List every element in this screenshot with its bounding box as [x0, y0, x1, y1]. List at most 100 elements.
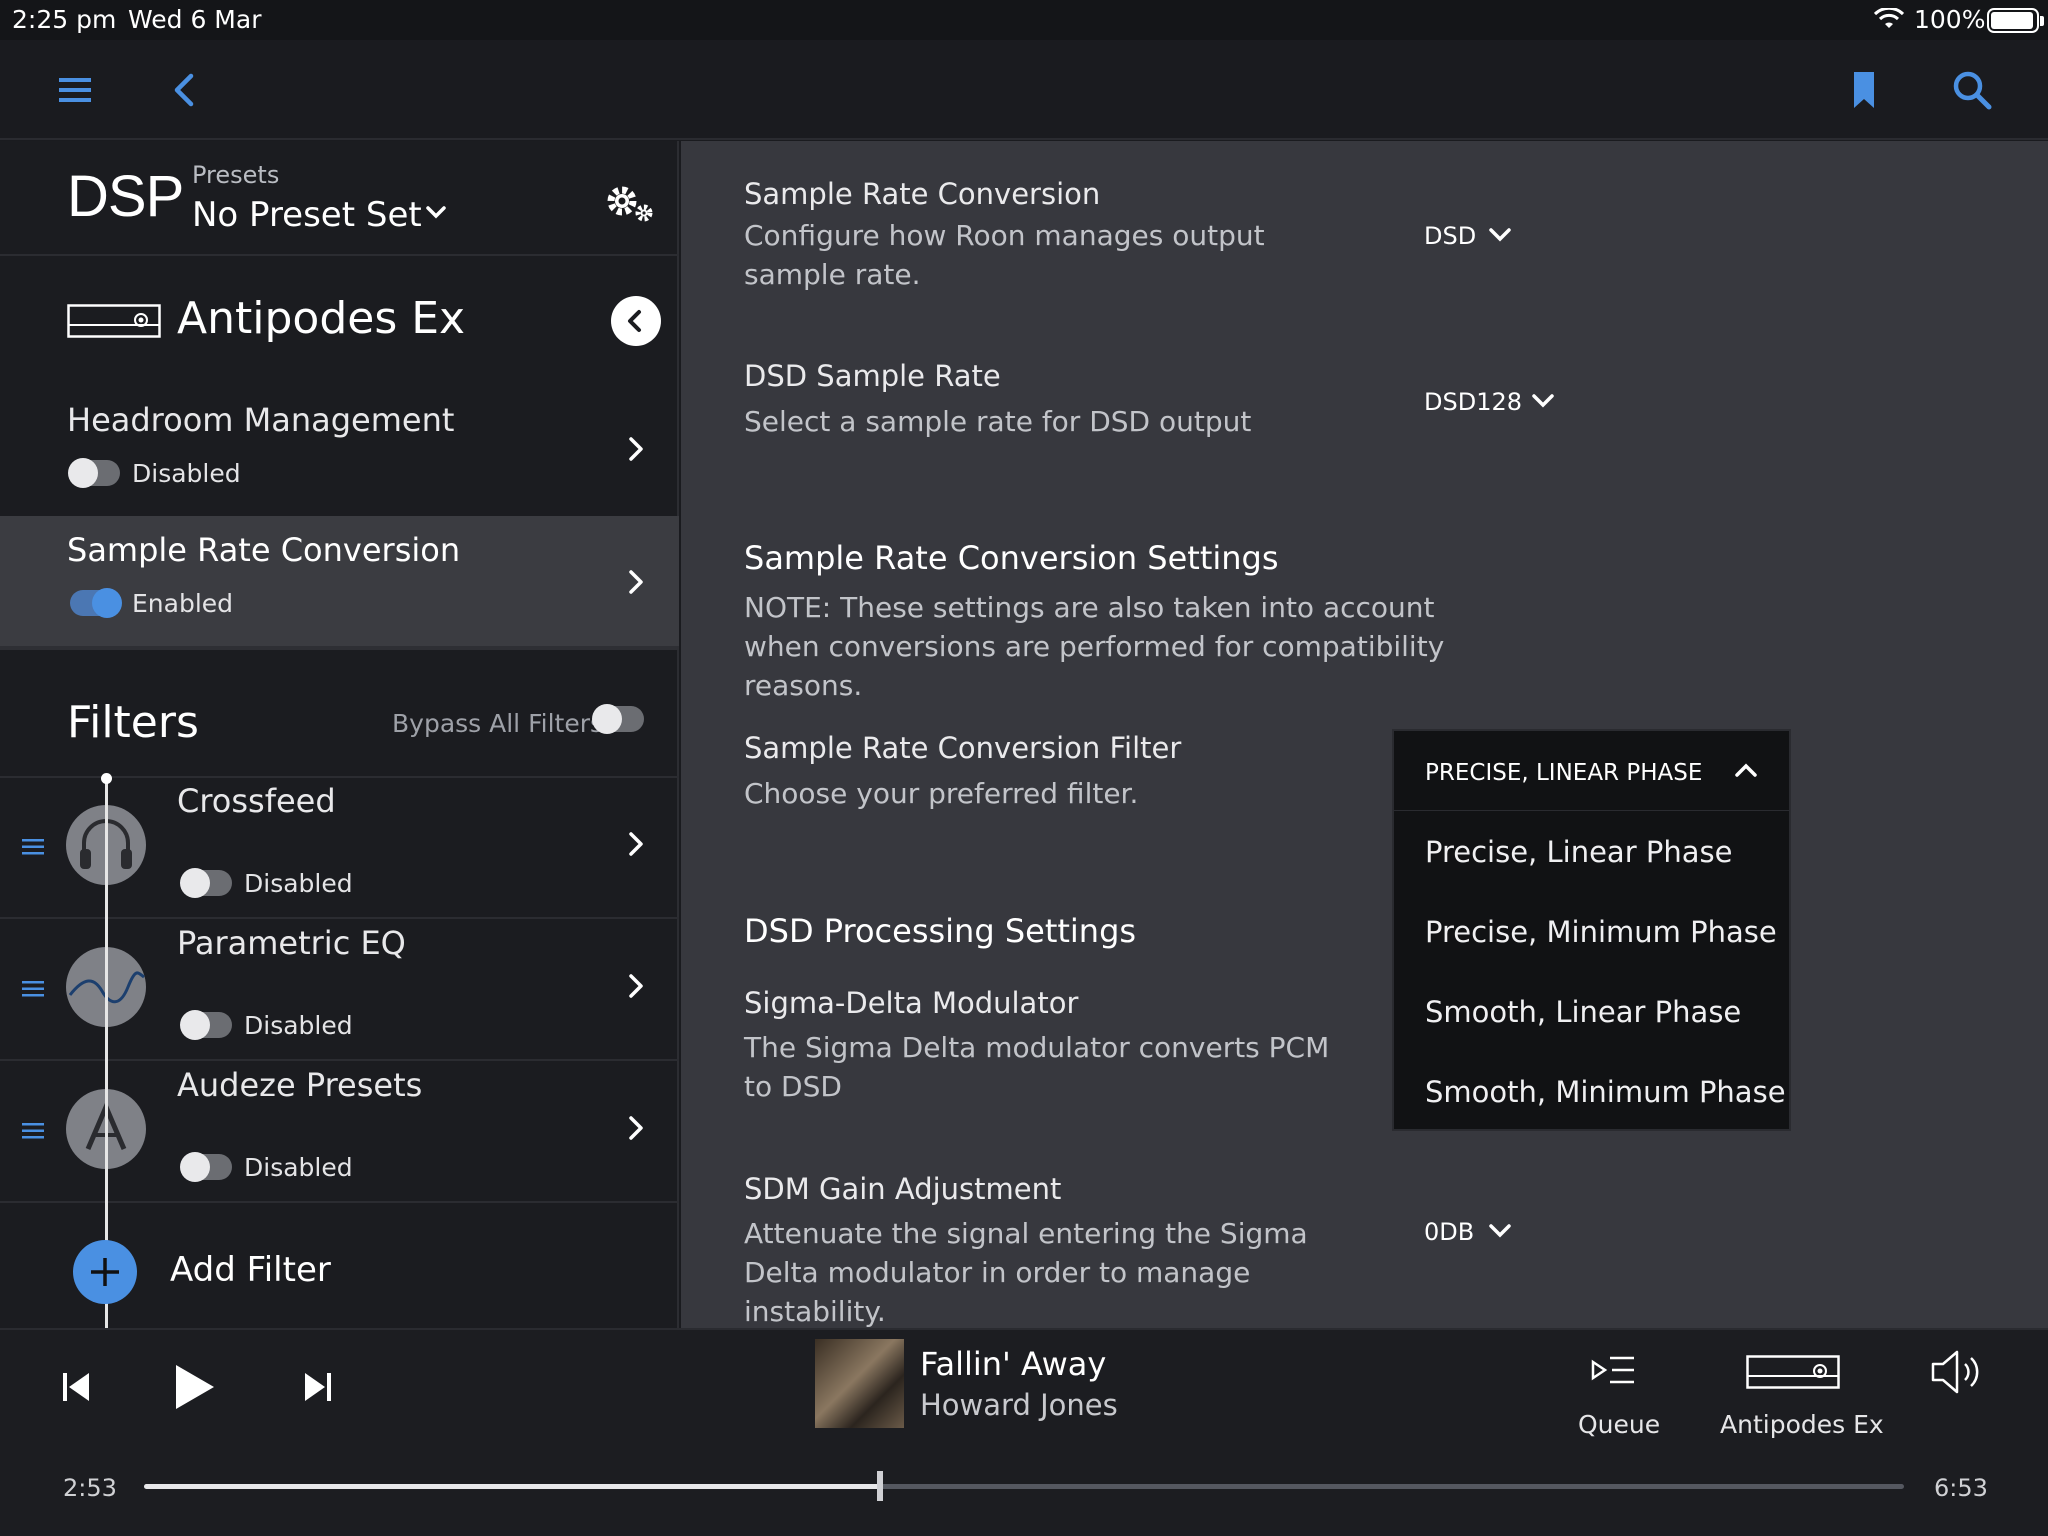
chevron-down-icon [1489, 1224, 1511, 1238]
top-bar [0, 40, 2048, 140]
sdm-title: Sigma-Delta Modulator [744, 986, 1079, 1020]
chevron-right-icon [629, 570, 643, 594]
chevron-down-icon [1489, 228, 1511, 242]
chevron-right-icon [629, 832, 643, 856]
chevron-right-icon [629, 1116, 643, 1140]
chevron-down-icon[interactable] [425, 205, 447, 221]
sdm-gain-desc: Attenuate the signal entering the Sigma … [744, 1217, 1308, 1328]
dropdown-option[interactable]: Precise, Minimum Phase [1425, 915, 1777, 949]
filter-chain-line [105, 777, 108, 1405]
dropdown-selected-value: PRECISE, LINEAR PHASE [1425, 760, 1703, 786]
drag-handle-icon[interactable] [22, 838, 44, 856]
zone-label: Antipodes Ex [1720, 1410, 1884, 1439]
sdm-desc: The Sigma Delta modulator converts PCM t… [744, 1031, 1330, 1103]
drag-handle-icon[interactable] [22, 980, 44, 998]
filter-status: Disabled [244, 869, 353, 898]
preset-selector[interactable]: No Preset Set [192, 195, 422, 235]
sdm-gain-value: 0DB [1424, 1218, 1475, 1246]
skip-next-icon[interactable] [300, 1369, 334, 1405]
src-title: Sample Rate Conversion [67, 531, 461, 569]
wifi-icon [1874, 8, 1904, 28]
dsd-rate-desc: Select a sample rate for DSD output [744, 405, 1252, 438]
seek-bar-fill [144, 1484, 880, 1489]
device-icon [1746, 1355, 1840, 1389]
dsd-processing-heading: DSD Processing Settings [744, 912, 1137, 950]
skip-previous-icon[interactable] [60, 1369, 94, 1405]
divider [0, 1201, 679, 1203]
add-filter-button[interactable] [73, 1240, 137, 1304]
queue-icon [1591, 1356, 1634, 1384]
battery-icon [1987, 8, 2044, 33]
presets-label: Presets [192, 161, 280, 189]
back-icon[interactable] [163, 68, 207, 112]
track-title[interactable]: Fallin' Away [920, 1345, 1106, 1383]
headroom-toggle[interactable] [68, 458, 120, 488]
src-toggle[interactable] [70, 588, 122, 618]
add-filter-label[interactable]: Add Filter [170, 1250, 331, 1290]
dsd-rate-value: DSD128 [1424, 388, 1523, 416]
filter-title: Crossfeed [177, 782, 336, 820]
play-icon[interactable] [170, 1361, 218, 1413]
dsp-panel: DSP Presets No Preset Set Antipodes Ex H… [0, 141, 679, 1405]
src-setting-desc: Configure how Roon manages output sample… [744, 219, 1265, 291]
divider [0, 646, 679, 650]
track-artist[interactable]: Howard Jones [920, 1388, 1118, 1422]
src-setting-title: Sample Rate Conversion [744, 177, 1101, 211]
headroom-status: Disabled [132, 459, 241, 488]
seek-bar[interactable] [144, 1471, 1904, 1501]
dsp-title: DSP [67, 164, 184, 229]
filter-status: Disabled [244, 1011, 353, 1040]
gear-icon[interactable] [603, 181, 657, 227]
album-art[interactable] [815, 1339, 904, 1428]
filters-title: Filters [67, 697, 199, 748]
filter-toggle[interactable] [180, 868, 232, 898]
collapse-button[interactable] [611, 296, 661, 346]
src-status: Enabled [132, 589, 234, 618]
sample-rate-conversion-row[interactable]: Sample Rate Conversion Enabled [0, 516, 679, 646]
dsd-rate-title: DSD Sample Rate [744, 359, 1001, 393]
queue-label: Queue [1578, 1410, 1661, 1439]
chevron-down-icon [1532, 394, 1554, 408]
filter-status: Disabled [244, 1153, 353, 1182]
menu-icon[interactable] [53, 68, 97, 112]
dropdown-option[interactable]: Smooth, Minimum Phase [1425, 1075, 1786, 1109]
chevron-right-icon [629, 974, 643, 998]
status-time: 2:25 pm [12, 5, 117, 34]
bookmark-icon[interactable] [1842, 68, 1886, 112]
plus-icon [91, 1258, 119, 1286]
dropdown-option[interactable]: Smooth, Linear Phase [1425, 995, 1741, 1029]
divider [0, 1059, 679, 1061]
drag-handle-icon[interactable] [22, 1122, 44, 1140]
filter-toggle[interactable] [180, 1152, 232, 1182]
src-settings-note: NOTE: These settings are also taken into… [744, 591, 1445, 702]
status-date: Wed 6 Mar [128, 5, 262, 34]
zone-name: Antipodes Ex [177, 293, 466, 344]
total-time: 6:53 [1934, 1474, 1988, 1502]
status-bar: 2:25 pm Wed 6 Mar 100% [0, 0, 2048, 40]
src-filter-dropdown: PRECISE, LINEAR PHASE Precise, Linear Ph… [1392, 729, 1791, 1131]
headroom-title: Headroom Management [67, 401, 455, 439]
src-setting-value: DSD [1424, 222, 1477, 250]
filter-title: Audeze Presets [177, 1066, 423, 1104]
filter-toggle[interactable] [180, 1010, 232, 1040]
filter-title: Parametric EQ [177, 924, 406, 962]
bypass-label: Bypass All Filters [392, 709, 604, 738]
filter-chain-start [101, 773, 112, 784]
src-filter-desc: Choose your preferred filter. [744, 777, 1139, 810]
dropdown-option[interactable]: Precise, Linear Phase [1425, 835, 1732, 869]
search-icon[interactable] [1950, 68, 1994, 112]
dropdown-header[interactable]: PRECISE, LINEAR PHASE [1394, 731, 1789, 811]
seek-bar-thumb[interactable] [876, 1471, 883, 1501]
src-filter-title: Sample Rate Conversion Filter [744, 731, 1182, 765]
src-settings-heading: Sample Rate Conversion Settings [744, 539, 1279, 577]
divider [0, 254, 679, 256]
chevron-right-icon [629, 437, 643, 461]
sdm-gain-title: SDM Gain Adjustment [744, 1172, 1062, 1206]
battery-percent: 100% [1914, 5, 1986, 34]
divider [0, 917, 679, 919]
volume-icon[interactable] [1929, 1347, 1985, 1397]
device-icon [67, 304, 161, 338]
current-time: 2:53 [63, 1474, 117, 1502]
bypass-toggle[interactable] [592, 704, 644, 734]
chevron-up-icon [1735, 763, 1757, 777]
